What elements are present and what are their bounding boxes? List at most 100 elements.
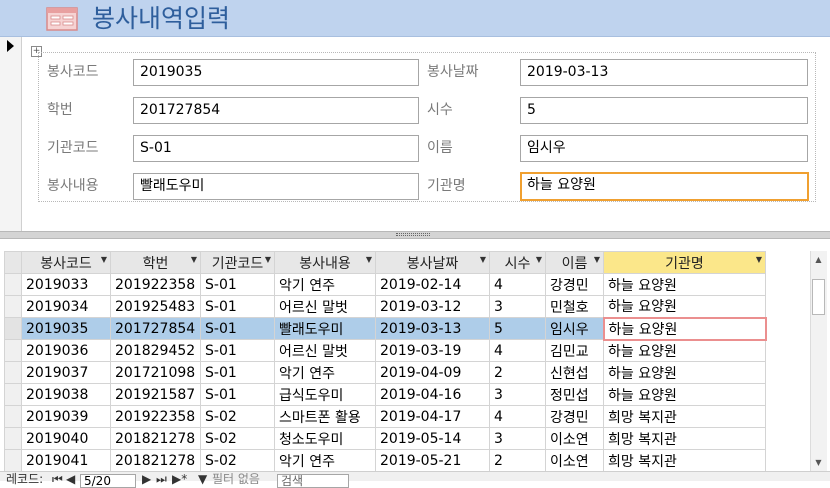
row-selector[interactable] bbox=[4, 449, 22, 471]
table-cell[interactable]: 4 bbox=[489, 273, 546, 296]
table-cell[interactable]: 스마트폰 활용 bbox=[274, 405, 376, 428]
sort-dropdown-icon[interactable]: ▼ bbox=[265, 255, 271, 264]
row-selector[interactable] bbox=[4, 273, 22, 296]
table-cell[interactable]: 어르신 말벗 bbox=[274, 295, 376, 318]
hours-field[interactable]: 5 bbox=[520, 97, 808, 124]
table-cell[interactable]: 5 bbox=[489, 317, 546, 340]
table-cell[interactable]: 하늘 요양원 bbox=[603, 273, 766, 296]
row-selector[interactable] bbox=[4, 427, 22, 450]
content-field[interactable]: 빨래도우미 bbox=[133, 173, 419, 200]
table-cell[interactable]: S-02 bbox=[200, 427, 275, 450]
table-cell[interactable]: 하늘 요양원 bbox=[603, 383, 766, 406]
table-cell[interactable]: 2019-03-13 bbox=[375, 317, 490, 340]
table-cell[interactable]: 201921587 bbox=[110, 383, 201, 406]
next-record-icon[interactable]: ▶ bbox=[142, 473, 151, 485]
sort-dropdown-icon[interactable]: ▼ bbox=[756, 255, 762, 264]
table-cell[interactable]: 4 bbox=[489, 339, 546, 362]
first-record-icon[interactable]: ⏮ bbox=[52, 473, 63, 485]
table-cell[interactable]: 2019038 bbox=[21, 383, 111, 406]
last-record-icon[interactable]: ⏭ bbox=[156, 473, 167, 485]
table-cell[interactable]: S-01 bbox=[200, 383, 275, 406]
table-cell[interactable]: S-02 bbox=[200, 449, 275, 471]
table-cell[interactable]: 청소도우미 bbox=[274, 427, 376, 450]
table-cell[interactable]: 201922358 bbox=[110, 405, 201, 428]
table-cell[interactable]: 2019035 bbox=[21, 317, 111, 340]
table-cell[interactable]: 신현섭 bbox=[545, 361, 604, 384]
column-header[interactable]: 봉사내용 ▼ bbox=[274, 251, 376, 274]
table-cell[interactable]: 4 bbox=[489, 405, 546, 428]
table-cell[interactable]: 201829452 bbox=[110, 339, 201, 362]
table-cell[interactable]: 2019041 bbox=[21, 449, 111, 471]
org-name-field[interactable]: 하늘 요양원 bbox=[520, 172, 809, 201]
table-cell[interactable]: 2019-05-21 bbox=[375, 449, 490, 471]
table-row[interactable]: 2019034 201925483 S-01 어르신 말벗 2019-03-12 3 민철호… bbox=[4, 295, 766, 318]
table-cell[interactable]: 201721098 bbox=[110, 361, 201, 384]
table-cell[interactable]: 2019034 bbox=[21, 295, 111, 318]
sort-dropdown-icon[interactable]: ▼ bbox=[366, 255, 372, 264]
sort-dropdown-icon[interactable]: ▼ bbox=[594, 255, 600, 264]
search-input[interactable]: 검색 bbox=[277, 474, 349, 488]
row-selector[interactable] bbox=[4, 405, 22, 428]
table-cell[interactable]: 2019-03-19 bbox=[375, 339, 490, 362]
splitter-grip-icon[interactable] bbox=[396, 233, 430, 236]
sort-dropdown-icon[interactable]: ▼ bbox=[480, 255, 486, 264]
table-cell[interactable]: 김민교 bbox=[545, 339, 604, 362]
table-cell[interactable]: S-01 bbox=[200, 295, 275, 318]
table-cell[interactable]: 201821278 bbox=[110, 427, 201, 450]
table-cell[interactable]: 2 bbox=[489, 361, 546, 384]
table-cell[interactable]: 2019039 bbox=[21, 405, 111, 428]
table-row[interactable]: 2019035 201727854 S-01 빨래도우미 2019-03-13 5 임시우 하… bbox=[4, 316, 767, 341]
table-cell[interactable]: 2 bbox=[489, 449, 546, 471]
name-field[interactable]: 임시우 bbox=[520, 135, 808, 162]
table-cell[interactable]: 201922358 bbox=[110, 273, 201, 296]
table-cell[interactable]: S-01 bbox=[200, 339, 275, 362]
table-cell[interactable]: 201821278 bbox=[110, 449, 201, 471]
new-record-icon[interactable]: ▶* bbox=[172, 473, 187, 485]
table-cell[interactable]: 이소연 bbox=[545, 449, 604, 471]
table-cell[interactable]: 2019-04-17 bbox=[375, 405, 490, 428]
table-cell[interactable]: 하늘 요양원 bbox=[603, 361, 766, 384]
column-header[interactable]: 이름 ▼ bbox=[545, 251, 604, 274]
date-field[interactable]: 2019-03-13 bbox=[520, 59, 808, 86]
column-header[interactable]: 봉사날짜 ▼ bbox=[375, 251, 490, 274]
table-cell[interactable]: 2019-02-14 bbox=[375, 273, 490, 296]
table-cell[interactable]: 악기 연주 bbox=[274, 361, 376, 384]
table-cell[interactable]: 2019-03-12 bbox=[375, 295, 490, 318]
table-cell[interactable]: 3 bbox=[489, 295, 546, 318]
table-cell[interactable]: 악기 연주 bbox=[274, 273, 376, 296]
table-cell[interactable]: 빨래도우미 bbox=[274, 317, 376, 340]
column-header[interactable]: 학번 ▼ bbox=[110, 251, 201, 274]
table-cell[interactable]: 2019-04-09 bbox=[375, 361, 490, 384]
row-selector[interactable] bbox=[4, 317, 22, 340]
table-cell[interactable]: 2019037 bbox=[21, 361, 111, 384]
table-cell[interactable]: 정민섭 bbox=[545, 383, 604, 406]
row-selector[interactable] bbox=[4, 361, 22, 384]
table-cell[interactable]: 민철호 bbox=[545, 295, 604, 318]
scroll-down-icon[interactable]: ▼ bbox=[810, 454, 827, 471]
table-cell[interactable]: 2019-05-14 bbox=[375, 427, 490, 450]
table-cell[interactable]: 악기 연주 bbox=[274, 449, 376, 471]
column-header-active[interactable]: 기관명 ▼ bbox=[603, 251, 766, 274]
table-cell[interactable]: 201727854 bbox=[110, 317, 201, 340]
sort-dropdown-icon[interactable]: ▼ bbox=[101, 255, 107, 264]
table-row[interactable]: 2019033 201922358 S-01 악기 연주 2019-02-14 4 강경민 하… bbox=[4, 273, 766, 296]
scroll-up-icon[interactable]: ▲ bbox=[810, 251, 827, 268]
column-header[interactable]: 봉사코드 ▼ bbox=[21, 251, 111, 274]
table-cell[interactable]: 3 bbox=[489, 383, 546, 406]
previous-record-icon[interactable]: ◀ bbox=[66, 473, 75, 485]
table-cell[interactable]: 2019-04-16 bbox=[375, 383, 490, 406]
scrollbar-thumb[interactable] bbox=[812, 279, 825, 315]
table-row[interactable]: 2019036 201829452 S-01 어르신 말벗 2019-03-19 4 김민교… bbox=[4, 339, 766, 362]
table-cell[interactable]: 강경민 bbox=[545, 405, 604, 428]
student-no-field[interactable]: 201727854 bbox=[133, 97, 419, 124]
table-cell[interactable]: 하늘 요양원 bbox=[603, 339, 766, 362]
row-selector[interactable] bbox=[4, 339, 22, 362]
table-cell[interactable]: 이소연 bbox=[545, 427, 604, 450]
table-cell[interactable]: 3 bbox=[489, 427, 546, 450]
sort-dropdown-icon[interactable]: ▼ bbox=[191, 255, 197, 264]
table-cell[interactable]: 2019033 bbox=[21, 273, 111, 296]
volunteer-code-field[interactable]: 2019035 bbox=[133, 59, 419, 86]
table-row[interactable]: 2019037 201721098 S-01 악기 연주 2019-04-09 2 신현섭 하… bbox=[4, 361, 766, 384]
table-cell[interactable]: S-01 bbox=[200, 361, 275, 384]
table-cell[interactable]: 임시우 bbox=[545, 317, 604, 340]
